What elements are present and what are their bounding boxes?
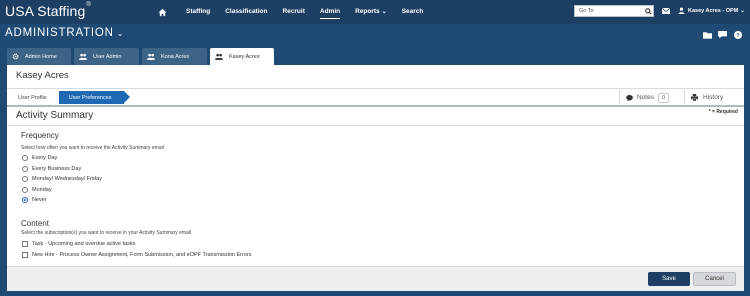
brand-logo[interactable]: USA Staffing® [5, 2, 91, 19]
divider [684, 90, 685, 104]
tab-label: Kasey Acres [229, 53, 260, 60]
frequency-option-mon-wed-fri[interactable]: Monday/ Wednesday/ Friday [22, 175, 102, 183]
nav-reports[interactable]: Reports ⌄ [355, 0, 387, 24]
admin-toolbar: ? [703, 30, 742, 39]
checkbox[interactable] [22, 252, 28, 258]
radio-button[interactable] [22, 186, 28, 193]
user-name: Kasey Acres - OPM [688, 7, 739, 14]
main-nav: Staffing Classification Recruit Admin Re… [158, 0, 438, 24]
user-menu[interactable]: Kasey Acres - OPM ⌄ [678, 7, 745, 14]
tab-label: Kona Acres [161, 53, 190, 60]
chat-icon[interactable] [718, 30, 727, 39]
tab-label: User Admin [93, 53, 122, 60]
required-note: * = Required [708, 109, 738, 115]
frequency-option-every-business-day[interactable]: Every Business Day [22, 165, 81, 173]
search-icon[interactable] [642, 5, 654, 17]
users-icon [215, 53, 223, 60]
content-heading: Content [21, 219, 50, 228]
radio-button[interactable] [22, 155, 28, 161]
notes-count-badge: 0 [657, 92, 669, 103]
mail-icon[interactable] [661, 7, 671, 16]
user-icon [678, 7, 685, 14]
home-icon[interactable] [158, 7, 168, 17]
radio-button[interactable] [22, 176, 28, 182]
breadcrumb-user-profile[interactable]: User Profile [10, 91, 59, 104]
divider [7, 88, 744, 89]
registered-mark: ® [86, 2, 91, 9]
option-label: Monday/ Wednesday/ Friday [32, 176, 102, 182]
content-option-new-hire[interactable]: New Hire - Process Owner Assignment, For… [22, 251, 251, 259]
users-icon [79, 53, 87, 60]
history-label: History [703, 94, 724, 101]
nav-search[interactable]: Search [402, 0, 424, 24]
section-title: Activity Summary [16, 110, 94, 121]
frequency-help-text: Select how often you want to receive the… [21, 145, 164, 151]
nav-recruit[interactable]: Recruit [282, 0, 304, 24]
help-icon[interactable]: ? [733, 30, 742, 39]
top-nav-bar: USA Staffing® Staffing Classification Re… [0, 0, 750, 24]
frequency-option-every-day[interactable]: Every Day [22, 154, 57, 162]
option-label: Never [32, 197, 47, 203]
chevron-down-icon: ⌄ [740, 7, 745, 14]
form-footer: Save Cancel [7, 267, 744, 291]
tab-user-admin[interactable]: User Admin [74, 48, 139, 65]
breadcrumb-user-preferences[interactable]: User Preferences [58, 91, 130, 104]
history-button[interactable]: History [691, 91, 723, 104]
cancel-button[interactable]: Cancel [693, 272, 736, 286]
nav-staffing[interactable]: Staffing [186, 0, 210, 24]
chevron-down-icon: ⌄ [381, 9, 387, 15]
tab-kona-acres[interactable]: Kona Acres [142, 48, 207, 65]
comment-icon [626, 94, 633, 101]
frequency-heading: Frequency [21, 131, 59, 140]
main-panel: Kasey Acres User Profile User Preference… [7, 65, 744, 291]
tab-label: Admin Home [25, 53, 57, 60]
chevron-down-icon: ⌄ [116, 29, 125, 38]
notes-button[interactable]: Notes 0 [626, 91, 669, 104]
checkbox[interactable] [22, 241, 28, 247]
radio-button-selected[interactable] [22, 197, 28, 203]
radio-button[interactable] [22, 165, 28, 172]
option-label: Monday [32, 186, 52, 193]
content-option-task[interactable]: Task - Upcoming and overdue active tasks [22, 240, 135, 248]
brand-name: USA Staffing [5, 3, 86, 19]
frequency-option-never[interactable]: Never [22, 196, 47, 204]
option-label: Every Day [32, 155, 58, 161]
svg-text:?: ? [736, 33, 740, 39]
divider [7, 125, 744, 126]
users-icon [147, 53, 155, 60]
content-help-text: Select the subscription(s) you want to r… [21, 230, 192, 236]
admin-title-menu[interactable]: ADMINISTRATION ⌄ [5, 27, 124, 39]
nav-reports-label: Reports [355, 8, 380, 15]
admin-header: ADMINISTRATION ⌄ ? [0, 24, 750, 46]
admin-tabs: Admin Home User Admin Kona Acres Kasey A… [7, 48, 274, 65]
notes-label: Notes [637, 94, 654, 101]
option-label: New Hire - Process Owner Assignment, For… [32, 252, 252, 258]
frequency-option-monday[interactable]: Monday [22, 186, 52, 194]
gear-icon [12, 53, 19, 60]
save-button[interactable]: Save [648, 272, 690, 286]
divider [7, 105, 744, 107]
nav-admin[interactable]: Admin [319, 0, 341, 24]
option-label: Task - Upcoming and overdue active tasks [32, 241, 136, 247]
tab-kasey-acres[interactable]: Kasey Acres [210, 48, 274, 65]
page-title: Kasey Acres [16, 70, 69, 81]
folder-icon[interactable] [703, 30, 712, 39]
divider [619, 90, 620, 104]
admin-title: ADMINISTRATION [5, 27, 114, 39]
breadcrumb: User Profile User Preferences [10, 91, 130, 104]
tab-admin-home[interactable]: Admin Home [7, 48, 71, 65]
option-label: Every Business Day [32, 165, 82, 172]
nav-classification[interactable]: Classification [225, 0, 267, 24]
print-icon [691, 94, 698, 101]
